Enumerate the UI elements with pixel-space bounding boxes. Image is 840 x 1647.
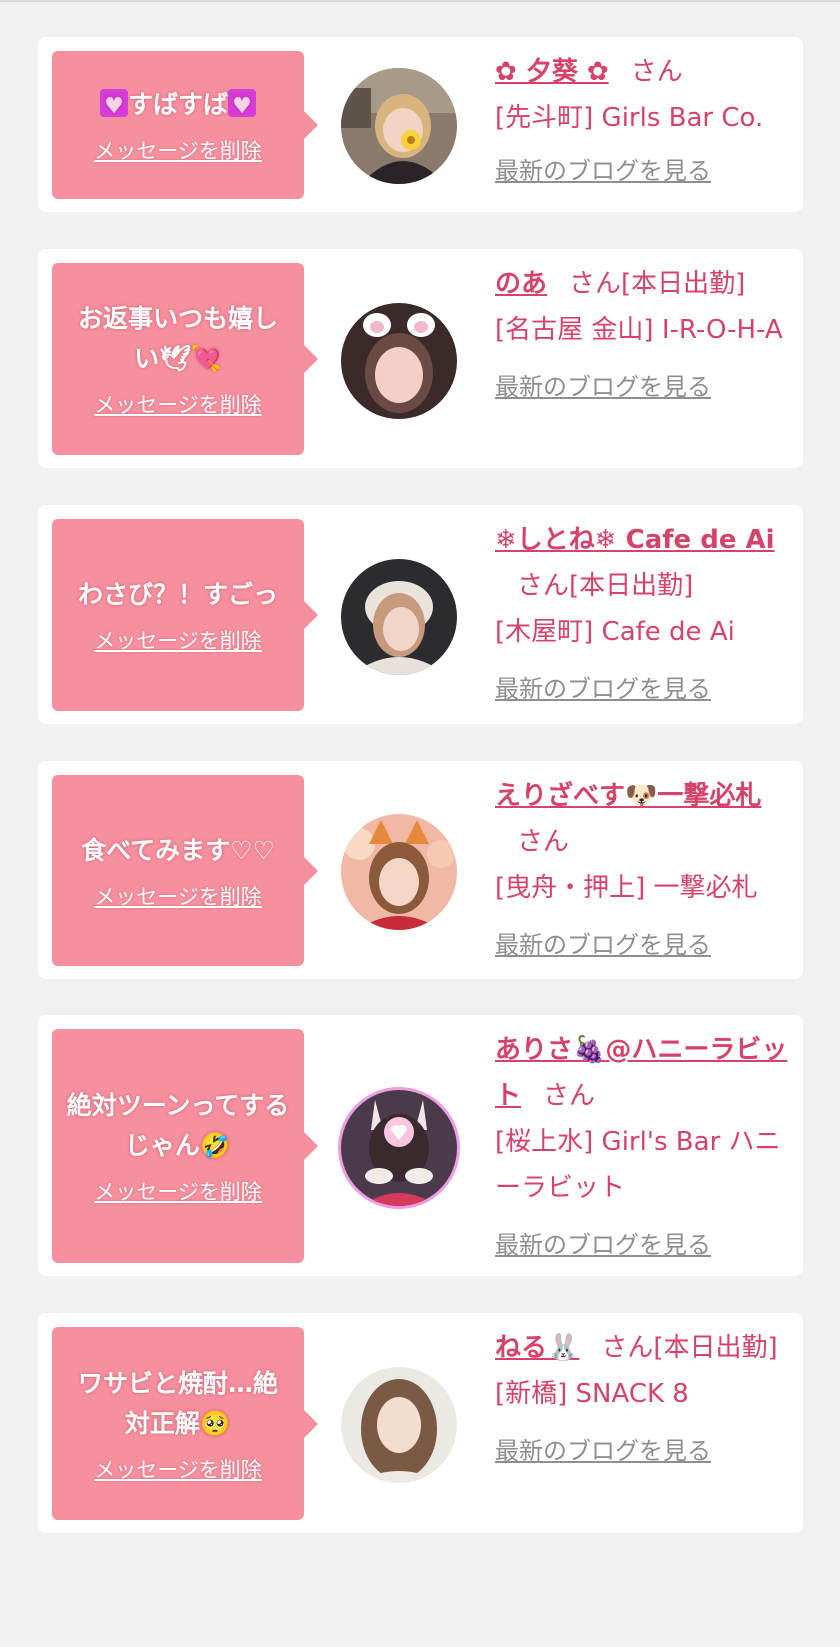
delete-message-link[interactable]: メッセージを削除 [94, 391, 262, 419]
cast-name-link[interactable]: えりざべす🐶一撃必札 [495, 781, 761, 811]
cast-info: ❄しとね❄ Cafe de Ai さん[本日出勤] [木屋町] Cafe de A… [495, 517, 795, 705]
heart-decoration-icon [228, 87, 256, 127]
shop-label: [新橋] SNACK 8 [495, 1379, 689, 1409]
latest-blog-link[interactable]: 最新のブログを見る [495, 371, 795, 403]
working-today-badge: [本日出勤] [569, 571, 694, 601]
cast-name-link[interactable]: のあ [495, 269, 547, 299]
delete-message-link[interactable]: メッセージを削除 [94, 883, 262, 911]
message-card: お返事いつも嬉しい🕊💘 メッセージを削除 のあ さん[本日出勤] [名古屋 金山]… [38, 249, 803, 468]
shop-label: [名古屋 金山] I-R-O-H-A [495, 315, 783, 345]
latest-blog-link[interactable]: 最新のブログを見る [495, 929, 795, 961]
cast-info: ✿ 夕葵 ✿ さん [先斗町] Girls Bar Co. 最新のブログを見る [495, 49, 795, 187]
cast-info: ねる🐰 さん[本日出勤] [新橋] SNACK 8 最新のブログを見る [495, 1325, 795, 1467]
cast-info: ありさ🍇@ハニーラビット さん [桜上水] Girl's Bar ハニーラビット … [495, 1027, 795, 1261]
cast-name-link[interactable]: ありさ🍇@ハニーラビット [495, 1035, 787, 1111]
honorific: さん [517, 827, 570, 857]
shop-label: [曳舟・押上] 一撃必札 [495, 873, 758, 903]
cast-info: えりざべす🐶一撃必札さん [曳舟・押上] 一撃必札 最新のブログを見る [495, 773, 795, 961]
message-text: お返事いつも嬉しい🕊💘 [77, 304, 278, 373]
avatar[interactable] [341, 1367, 457, 1483]
shop-label: [先斗町] Girls Bar Co. [495, 103, 764, 133]
working-today-badge: [本日出勤] [653, 1333, 778, 1363]
message-bubble: お返事いつも嬉しい🕊💘 メッセージを削除 [52, 263, 318, 455]
cast-info: のあ さん[本日出勤] [名古屋 金山] I-R-O-H-A 最新のブログを見る [495, 261, 795, 403]
latest-blog-link[interactable]: 最新のブログを見る [495, 1435, 795, 1467]
message-bubble: わさび？！すごっ メッセージを削除 [52, 519, 318, 711]
cast-name-link[interactable]: ✿ 夕葵 ✿ [495, 57, 609, 87]
honorific: さん [569, 269, 622, 299]
message-text: わさび？！すごっ [77, 580, 278, 609]
message-text: 食べてみます♡♡ [81, 835, 275, 865]
message-card: ワサビと焼酎…絶対正解🥺 メッセージを削除 ねる🐰 さん[本日出勤] [新橋] S… [38, 1313, 803, 1533]
message-bubble: すばすば メッセージを削除 [52, 51, 318, 199]
shop-label: [木屋町] Cafe de Ai [495, 617, 735, 647]
honorific: さん [543, 1081, 596, 1111]
latest-blog-link[interactable]: 最新のブログを見る [495, 155, 795, 187]
avatar[interactable] [341, 814, 457, 930]
avatar[interactable] [341, 559, 457, 675]
shop-label: [桜上水] Girl's Bar ハニーラビット [495, 1127, 781, 1203]
delete-message-link[interactable]: メッセージを削除 [94, 137, 262, 165]
message-card: わさび？！すごっ メッセージを削除 ❄しとね❄ Cafe de Ai さん[本日出… [38, 505, 803, 724]
delete-message-link[interactable]: メッセージを削除 [94, 1178, 262, 1206]
honorific: さん [630, 57, 683, 87]
cast-name-link[interactable]: ❄しとね❄ Cafe de Ai [495, 525, 775, 555]
message-bubble: 食べてみます♡♡ メッセージを削除 [52, 775, 318, 966]
delete-message-link[interactable]: メッセージを削除 [94, 1456, 262, 1484]
heart-decoration-icon [99, 87, 128, 127]
message-text: 絶対ツーンってするじゃん🤣 [66, 1091, 290, 1160]
avatar[interactable] [341, 1090, 457, 1206]
message-card: 食べてみます♡♡ メッセージを削除 えりざべす🐶一撃必札さん [曳舟・押上] 一… [38, 761, 803, 979]
honorific: さん [601, 1333, 654, 1363]
top-divider [0, 0, 840, 2]
working-today-badge: [本日出勤] [621, 269, 746, 299]
message-text: ワサビと焼酎…絶対正解🥺 [77, 1368, 278, 1438]
message-text: すばすば [99, 85, 256, 127]
honorific: さん [517, 571, 570, 601]
message-bubble: ワサビと焼酎…絶対正解🥺 メッセージを削除 [52, 1327, 318, 1520]
message-bubble: 絶対ツーンってするじゃん🤣 メッセージを削除 [52, 1029, 318, 1263]
latest-blog-link[interactable]: 最新のブログを見る [495, 673, 795, 705]
message-card: すばすば メッセージを削除 ✿ 夕葵 ✿ さん [先斗町] Girls Bar C… [38, 37, 803, 212]
cast-name-link[interactable]: ねる🐰 [495, 1333, 579, 1363]
latest-blog-link[interactable]: 最新のブログを見る [495, 1229, 795, 1261]
message-card: 絶対ツーンってするじゃん🤣 メッセージを削除 ありさ🍇@ハニーラビット さん [桜… [38, 1015, 803, 1276]
delete-message-link[interactable]: メッセージを削除 [94, 627, 262, 655]
avatar[interactable] [341, 303, 457, 419]
avatar[interactable] [341, 68, 457, 184]
